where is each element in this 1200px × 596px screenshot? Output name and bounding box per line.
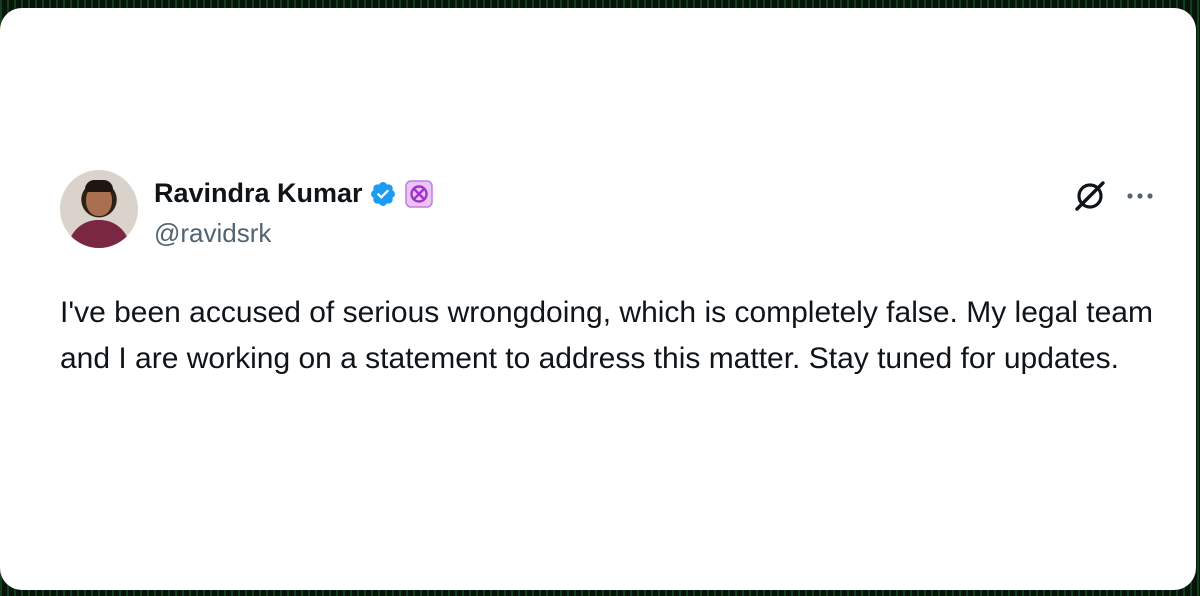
tweet-card: Ravindra Kumar @ravidsrk I've been accus…	[0, 8, 1196, 590]
avatar-shirt	[68, 220, 130, 248]
more-options-icon[interactable]	[1122, 184, 1158, 208]
author-handle[interactable]: @ravidsrk	[154, 218, 271, 249]
author-display-name[interactable]: Ravindra Kumar	[154, 178, 363, 209]
verified-badge-icon	[369, 180, 397, 208]
author-name-row: Ravindra Kumar	[154, 178, 433, 209]
avatar[interactable]	[60, 170, 138, 248]
avatar-hair	[85, 180, 113, 192]
affiliate-badge-icon[interactable]	[404, 179, 433, 208]
tweet-text: I've been accused of serious wrongdoing,…	[60, 296, 1153, 375]
grok-icon[interactable]	[1072, 178, 1108, 214]
